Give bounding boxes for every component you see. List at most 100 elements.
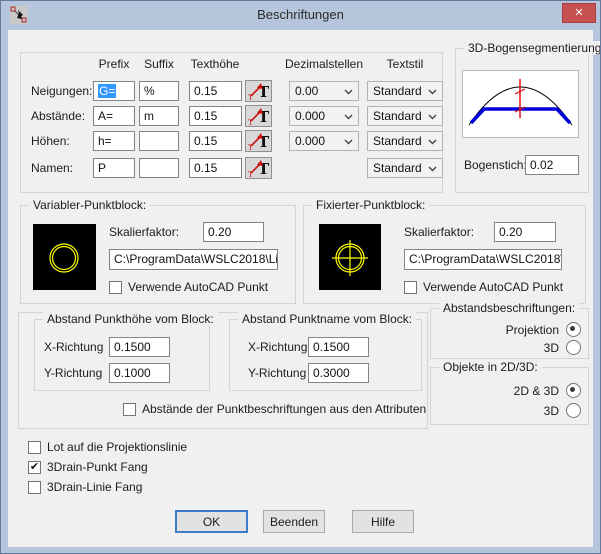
checkbox-box	[28, 481, 41, 494]
dialog-window: Beschriftungen ✕ Prefix Suffix Texthöhe …	[0, 0, 601, 554]
height-y-direction-input[interactable]: 0.1000	[109, 363, 170, 383]
fixed-use-autocad-point-checkbox[interactable]: Verwende AutoCAD Punkt	[404, 280, 563, 294]
help-button[interactable]: Hilfe	[352, 510, 414, 533]
fixed-block-preview	[319, 224, 381, 290]
select-value: Standard	[373, 134, 422, 148]
objects-2d-and-3d-radio[interactable]	[566, 383, 581, 398]
name-y-direction-input[interactable]: 0.3000	[308, 363, 369, 383]
variable-scale-input[interactable]: 0.20	[203, 222, 264, 242]
chevron-down-icon	[344, 89, 353, 95]
close-button[interactable]: ✕	[562, 3, 596, 23]
slopes-decimals-select[interactable]: 0.00	[289, 81, 359, 101]
variable-scale-label: Skalierfaktor:	[109, 222, 179, 242]
close-icon: ✕	[574, 7, 583, 19]
offsets-from-attributes-checkbox[interactable]: Abstände der Punktbeschriftungen aus den…	[123, 402, 426, 416]
slopes-prefix-input[interactable]: G=	[93, 81, 135, 101]
objects-3d-radio-row[interactable]: 3D	[439, 403, 581, 418]
variable-pointblock-title: Variabler-Punktblock:	[29, 198, 150, 212]
objects-3d-radio[interactable]	[566, 403, 581, 418]
names-textstyle-select[interactable]: Standard	[367, 158, 443, 178]
distances-textstyle-select[interactable]: Standard	[367, 106, 443, 126]
distances-textstyle-button[interactable]: T T	[245, 105, 272, 127]
distance-3d-radio-row[interactable]: 3D	[439, 340, 581, 355]
slopes-suffix-input[interactable]: %	[139, 81, 179, 101]
distances-prefix-input[interactable]: A=	[93, 106, 135, 126]
projection-radio[interactable]	[566, 322, 581, 337]
objects-2d3d-group: Objekte in 2D/3D: 2D & 3D 3D	[430, 367, 589, 425]
header-suffix: Suffix	[135, 57, 183, 71]
checkbox-label: Lot auf die Projektionslinie	[47, 440, 187, 454]
radio-label: 3D	[544, 341, 559, 355]
name-x-direction-label: X-Richtung	[248, 337, 307, 357]
heights-row-label: Höhen:	[31, 131, 70, 151]
svg-text:T: T	[248, 144, 253, 150]
name-x-direction-input[interactable]: 0.1500	[308, 337, 369, 357]
heights-suffix-input[interactable]	[139, 131, 179, 151]
checkbox-box	[404, 281, 417, 294]
text-style-icon: T T	[248, 132, 269, 150]
chevron-down-icon	[428, 166, 437, 172]
distances-textheight-input[interactable]: 0.15	[189, 106, 242, 126]
ok-button[interactable]: OK	[175, 510, 248, 533]
distances-row-label: Abstände:	[31, 106, 85, 126]
bogenstich-input[interactable]: 0.02	[525, 155, 579, 175]
cancel-button[interactable]: Beenden	[263, 510, 325, 533]
select-value: 0.000	[295, 109, 325, 123]
heights-textheight-input[interactable]: 0.15	[189, 131, 242, 151]
height-x-direction-label: X-Richtung	[44, 337, 103, 357]
names-textheight-input[interactable]: 0.15	[189, 158, 242, 178]
fixed-scale-input[interactable]: 0.20	[494, 222, 556, 242]
select-value: Standard	[373, 84, 422, 98]
variable-block-path-input[interactable]: C:\ProgramData\WSLC2018\Li	[109, 249, 278, 270]
chevron-down-icon	[428, 139, 437, 145]
point-name-offset-group: Abstand Punktname vom Block: X-Richtung …	[229, 319, 422, 391]
perpendicular-projection-checkbox[interactable]: Lot auf die Projektionslinie	[28, 440, 187, 454]
3drain-line-snap-checkbox[interactable]: 3Drain-Linie Fang	[28, 480, 142, 494]
dialog-body: Prefix Suffix Texthöhe Dezimalstellen Te…	[8, 30, 593, 547]
heights-prefix-input[interactable]: h=	[93, 131, 135, 151]
point-name-offset-title: Abstand Punktname vom Block:	[238, 312, 416, 326]
crossed-circle-icon	[319, 224, 381, 290]
distances-decimals-select[interactable]: 0.000	[289, 106, 359, 126]
header-textstyle: Textstil	[367, 57, 443, 71]
variable-pointblock-group: Variabler-Punktblock: Skalierfaktor: 0.2…	[20, 205, 296, 304]
names-suffix-input[interactable]	[139, 158, 179, 178]
fixed-scale-label: Skalierfaktor:	[404, 222, 474, 242]
select-value: 0.000	[295, 134, 325, 148]
objects-2d3d-radio-row[interactable]: 2D & 3D	[439, 383, 581, 398]
slopes-textheight-input[interactable]: 0.15	[189, 81, 242, 101]
radio-label: 2D & 3D	[514, 384, 559, 398]
3drain-point-snap-checkbox[interactable]: ✔ 3Drain-Punkt Fang	[28, 460, 148, 474]
slopes-textstyle-button[interactable]: T T	[245, 80, 272, 102]
checkbox-box	[28, 441, 41, 454]
chevron-down-icon	[344, 114, 353, 120]
distances-suffix-input[interactable]: m	[139, 106, 179, 126]
radio-label: Projektion	[506, 323, 559, 337]
selected-text: G=	[98, 84, 116, 98]
fixed-pointblock-group: Fixierter-Punktblock: Skalierfaktor: 0.2…	[303, 205, 586, 304]
variable-block-preview	[33, 224, 96, 290]
names-prefix-input[interactable]: P	[93, 158, 135, 178]
distance-3d-radio[interactable]	[566, 340, 581, 355]
projection-radio-row[interactable]: Projektion	[439, 322, 581, 337]
select-value: Standard	[373, 109, 422, 123]
text-style-icon: T T	[248, 159, 269, 177]
point-height-offset-group: Abstand Punkthöhe vom Block: X-Richtung …	[34, 319, 210, 391]
names-textstyle-button[interactable]: T T	[245, 157, 272, 179]
variable-use-autocad-point-checkbox[interactable]: Verwende AutoCAD Punkt	[109, 280, 268, 294]
svg-text:T: T	[248, 119, 253, 125]
fixed-block-path-input[interactable]: C:\ProgramData\WSLC2018\Li	[404, 249, 562, 270]
radio-label: 3D	[544, 404, 559, 418]
slopes-textstyle-select[interactable]: Standard	[367, 81, 443, 101]
checkbox-box: ✔	[28, 461, 41, 474]
height-x-direction-input[interactable]: 0.1500	[109, 337, 170, 357]
heights-textstyle-select[interactable]: Standard	[367, 131, 443, 151]
arc-segmentation-title: 3D-Bogensegmentierung	[464, 41, 601, 55]
svg-text:T: T	[248, 94, 253, 100]
title-bar[interactable]: Beschriftungen ✕	[1, 1, 600, 30]
checkbox-label: Verwende AutoCAD Punkt	[423, 280, 563, 294]
heights-decimals-select[interactable]: 0.000	[289, 131, 359, 151]
heights-textstyle-button[interactable]: T T	[245, 130, 272, 152]
name-y-direction-label: Y-Richtung	[248, 363, 306, 383]
text-style-icon: T T	[248, 107, 269, 125]
